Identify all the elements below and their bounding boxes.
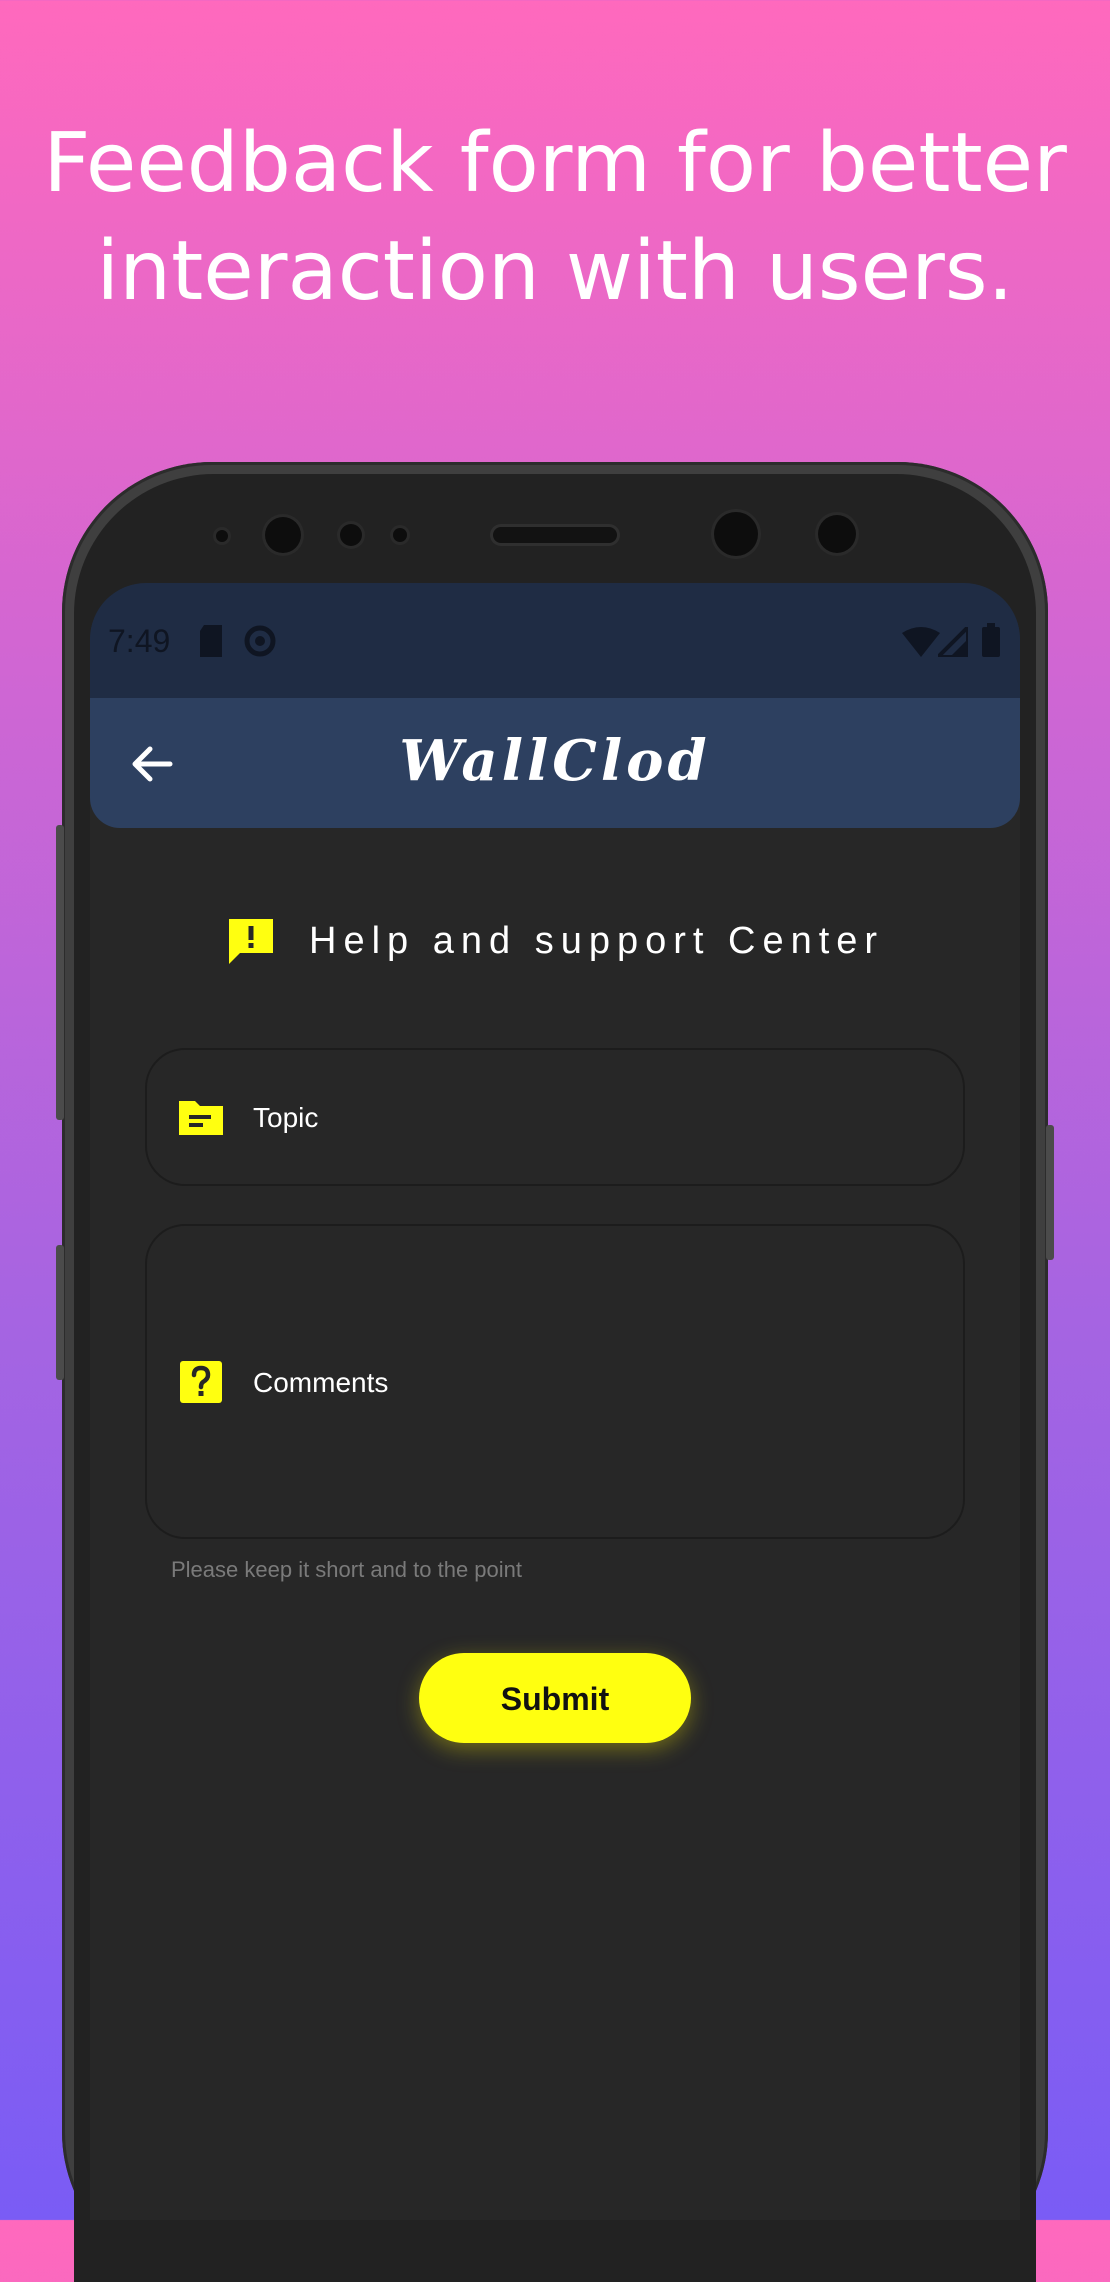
submit-button[interactable]: Submit	[419, 1653, 691, 1743]
battery-icon	[982, 623, 1000, 657]
front-camera	[265, 517, 301, 553]
folder-icon	[179, 1101, 223, 1135]
phone-volume-button	[56, 825, 64, 1120]
topic-label: Topic	[253, 1102, 319, 1133]
help-icon	[180, 1361, 222, 1403]
phone-side-button	[1046, 1125, 1054, 1260]
signal-icon	[938, 627, 968, 657]
promo-headline: Feedback form for better interaction wit…	[0, 110, 1110, 326]
rear-camera-lens	[714, 512, 758, 556]
app-screen: 7:49 WallClod Help and support Center To…	[90, 583, 1020, 2220]
sync-icon	[244, 625, 276, 657]
promo-headline-line2: interaction with users.	[96, 224, 1014, 319]
sensor-dot	[393, 528, 407, 542]
camera-lens	[818, 515, 856, 553]
app-bar: WallClod	[90, 698, 1020, 828]
wifi-icon	[902, 627, 940, 657]
sensor-dot	[216, 530, 228, 542]
feedback-icon	[228, 919, 273, 964]
app-title: WallClod	[399, 728, 711, 794]
help-header: Help and support Center	[90, 916, 1020, 976]
topic-field[interactable]: Topic	[145, 1048, 965, 1186]
comments-helper-text: Please keep it short and to the point	[171, 1557, 523, 1582]
sensor-dot	[340, 524, 362, 546]
earpiece-speaker	[493, 527, 617, 543]
status-time: 7:49	[108, 623, 171, 659]
status-bar: 7:49	[90, 583, 1020, 698]
comments-label: Comments	[253, 1367, 389, 1398]
promo-headline-line1: Feedback form for better	[43, 116, 1067, 211]
help-title: Help and support Center	[309, 919, 885, 962]
comments-field[interactable]: Comments	[145, 1224, 965, 1539]
phone-power-button	[56, 1245, 64, 1380]
sd-card-icon	[200, 625, 222, 657]
